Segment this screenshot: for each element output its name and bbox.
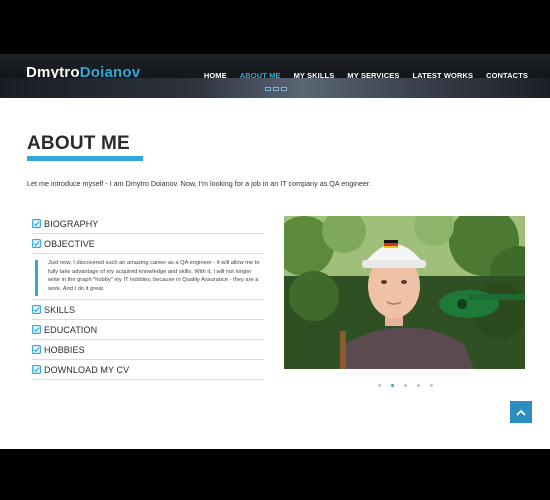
profile-photo [284,216,525,369]
carousel-dot[interactable] [417,384,420,387]
accordion-item-download-cv[interactable]: DOWNLOAD MY CV [32,360,264,380]
accordion-item-education[interactable]: EDUCATION [32,320,264,340]
hero-slider-dots [265,87,287,91]
carousel-dot[interactable] [430,384,433,387]
website: DmytroDoianov HOME ABOUT ME MY SKILLS MY… [0,54,550,449]
photo-illustration [284,216,525,369]
accordion-label: SKILLS [44,304,76,315]
hero-dot[interactable] [273,87,279,91]
check-square-icon [32,325,41,334]
chevron-up-icon [516,409,526,416]
about-accordion: BIOGRAPHY OBJECTIVE Just now, I discover… [32,214,264,380]
hero-dot[interactable] [265,87,271,91]
accordion-label: HOBBIES [44,344,85,355]
carousel-dot[interactable] [404,384,407,387]
accordion-item-skills[interactable]: SKILLS [32,300,264,320]
check-square-icon [32,239,41,248]
browser-frame: DmytroDoianov HOME ABOUT ME MY SKILLS MY… [0,0,550,500]
carousel-dot-active[interactable] [391,384,394,387]
carousel-dot[interactable] [378,384,381,387]
hero-dot[interactable] [281,87,287,91]
quote-bar [35,260,38,296]
section-title: ABOUT ME [27,133,130,154]
check-square-icon [32,305,41,314]
back-to-top-button[interactable] [510,401,532,423]
photo-carousel-dots [378,384,433,387]
objective-panel: Just now, I discovered such an amazing c… [32,254,264,300]
accordion-label: BIOGRAPHY [44,218,99,229]
accordion-item-objective[interactable]: OBJECTIVE [32,234,264,254]
check-square-icon [32,219,41,228]
title-underline [27,156,143,161]
check-square-icon [32,365,41,374]
intro-text: Let me introduce myself - I am Dmytro Do… [27,179,371,188]
accordion-item-biography[interactable]: BIOGRAPHY [32,214,264,234]
accordion-item-hobbies[interactable]: HOBBIES [32,340,264,360]
accordion-label: OBJECTIVE [44,238,95,249]
objective-text: Just now, I discovered such an amazing c… [48,260,260,292]
check-square-icon [32,345,41,354]
accordion-label: EDUCATION [44,324,98,335]
hero-banner [0,78,550,98]
accordion-label: DOWNLOAD MY CV [44,364,130,375]
